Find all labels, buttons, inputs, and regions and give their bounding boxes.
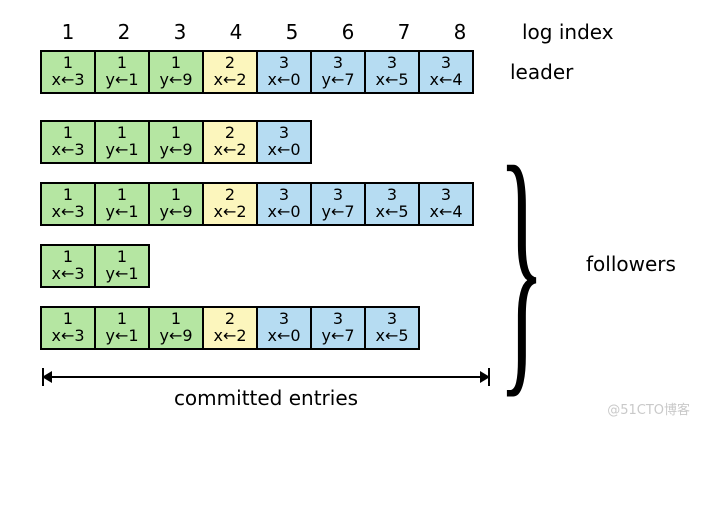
log-entry: 2x←2 <box>204 122 258 162</box>
log-entry: 3x←0 <box>258 122 312 162</box>
range-tick-right-icon <box>488 368 490 386</box>
entry-cmd: x←0 <box>267 204 300 221</box>
log-entry: 1y←9 <box>150 52 204 92</box>
log-index-header: 12345678 log index <box>40 20 680 44</box>
log-entry: 1y←9 <box>150 308 204 348</box>
log-entry: 3y←7 <box>312 184 366 224</box>
entry-cmd: x←2 <box>213 142 246 159</box>
entry-cmd: x←2 <box>213 72 246 89</box>
log-entry: 1x←3 <box>42 52 96 92</box>
entry-cmd: y←7 <box>321 328 354 345</box>
entry-cmd: x←0 <box>267 328 300 345</box>
committed-range: committed entries <box>40 368 492 416</box>
entry-cmd: y←7 <box>321 204 354 221</box>
log-entry: 3x←4 <box>420 52 474 92</box>
log-index-4: 4 <box>208 20 264 44</box>
log-index-7: 7 <box>376 20 432 44</box>
log-entry: 3x←4 <box>420 184 474 224</box>
log-index-2: 2 <box>96 20 152 44</box>
log-cells: 1x←31y←11y←92x←23x←0 <box>40 120 312 164</box>
entry-cmd: y←9 <box>159 204 192 221</box>
entry-cmd: y←9 <box>159 142 192 159</box>
entry-cmd: x←0 <box>267 72 300 89</box>
log-entry: 1y←9 <box>150 122 204 162</box>
log-entry: 1x←3 <box>42 246 96 286</box>
followers-label: followers <box>586 252 676 276</box>
log-cells: 1x←31y←11y←92x←23x←03y←73x←53x←4 <box>40 182 474 226</box>
log-index-5: 5 <box>264 20 320 44</box>
follower-row: 1x←31y←11y←92x←23x←03y←73x←53x←4 <box>40 182 680 226</box>
entry-cmd: y←9 <box>159 328 192 345</box>
log-cells: 1x←31y←1 <box>40 244 150 288</box>
log-entry: 3x←5 <box>366 52 420 92</box>
raft-log-diagram: 12345678 log index 1x←31y←11y←92x←23x←03… <box>40 20 680 416</box>
follower-row: 1x←31y←1 <box>40 244 680 288</box>
log-entry: 3y←7 <box>312 52 366 92</box>
log-entry: 3x←5 <box>366 308 420 348</box>
watermark: @51CTO博客 <box>607 399 690 418</box>
log-entry: 1x←3 <box>42 122 96 162</box>
log-entry: 3x←5 <box>366 184 420 224</box>
log-index-3: 3 <box>152 20 208 44</box>
log-entry: 1y←1 <box>96 52 150 92</box>
log-entry: 3x←0 <box>258 52 312 92</box>
entry-cmd: x←3 <box>51 328 84 345</box>
entry-cmd: y←9 <box>159 72 192 89</box>
entry-cmd: y←1 <box>105 204 138 221</box>
entry-cmd: x←0 <box>267 142 300 159</box>
entry-cmd: y←1 <box>105 142 138 159</box>
entry-cmd: x←5 <box>375 204 408 221</box>
log-entry: 2x←2 <box>204 52 258 92</box>
log-index-1: 1 <box>40 20 96 44</box>
entry-cmd: x←4 <box>429 72 462 89</box>
entry-cmd: x←5 <box>375 328 408 345</box>
log-entry: 3x←0 <box>258 308 312 348</box>
log-entry: 1y←1 <box>96 122 150 162</box>
log-entry: 1y←1 <box>96 308 150 348</box>
entry-cmd: x←2 <box>213 328 246 345</box>
log-index-6: 6 <box>320 20 376 44</box>
log-entry: 1y←1 <box>96 246 150 286</box>
log-entry: 3y←7 <box>312 308 366 348</box>
log-entry: 1y←1 <box>96 184 150 224</box>
follower-row: 1x←31y←11y←92x←23x←0 <box>40 120 680 164</box>
log-index-8: 8 <box>432 20 488 44</box>
leader-row: 1x←31y←11y←92x←23x←03y←73x←53x←4 leader <box>40 50 680 94</box>
entry-cmd: y←7 <box>321 72 354 89</box>
entry-cmd: x←3 <box>51 266 84 283</box>
entry-cmd: x←3 <box>51 142 84 159</box>
log-index-label: log index <box>522 20 614 44</box>
committed-label: committed entries <box>40 386 492 410</box>
entry-cmd: x←2 <box>213 204 246 221</box>
log-cells: 1x←31y←11y←92x←23x←03y←73x←53x←4 <box>40 50 474 94</box>
log-entry: 2x←2 <box>204 308 258 348</box>
entry-cmd: y←1 <box>105 72 138 89</box>
entry-cmd: x←3 <box>51 72 84 89</box>
log-entry: 3x←0 <box>258 184 312 224</box>
log-entry: 1x←3 <box>42 308 96 348</box>
entry-cmd: x←5 <box>375 72 408 89</box>
entry-cmd: x←3 <box>51 204 84 221</box>
entry-cmd: y←1 <box>105 266 138 283</box>
follower-row: 1x←31y←11y←92x←23x←03y←73x←5 <box>40 306 680 350</box>
entry-cmd: x←4 <box>429 204 462 221</box>
range-bar <box>42 376 490 378</box>
entry-cmd: y←1 <box>105 328 138 345</box>
log-entry: 1x←3 <box>42 184 96 224</box>
log-entry: 2x←2 <box>204 184 258 224</box>
log-entry: 1y←9 <box>150 184 204 224</box>
leader-label: leader <box>510 60 573 84</box>
log-cells: 1x←31y←11y←92x←23x←03y←73x←5 <box>40 306 420 350</box>
